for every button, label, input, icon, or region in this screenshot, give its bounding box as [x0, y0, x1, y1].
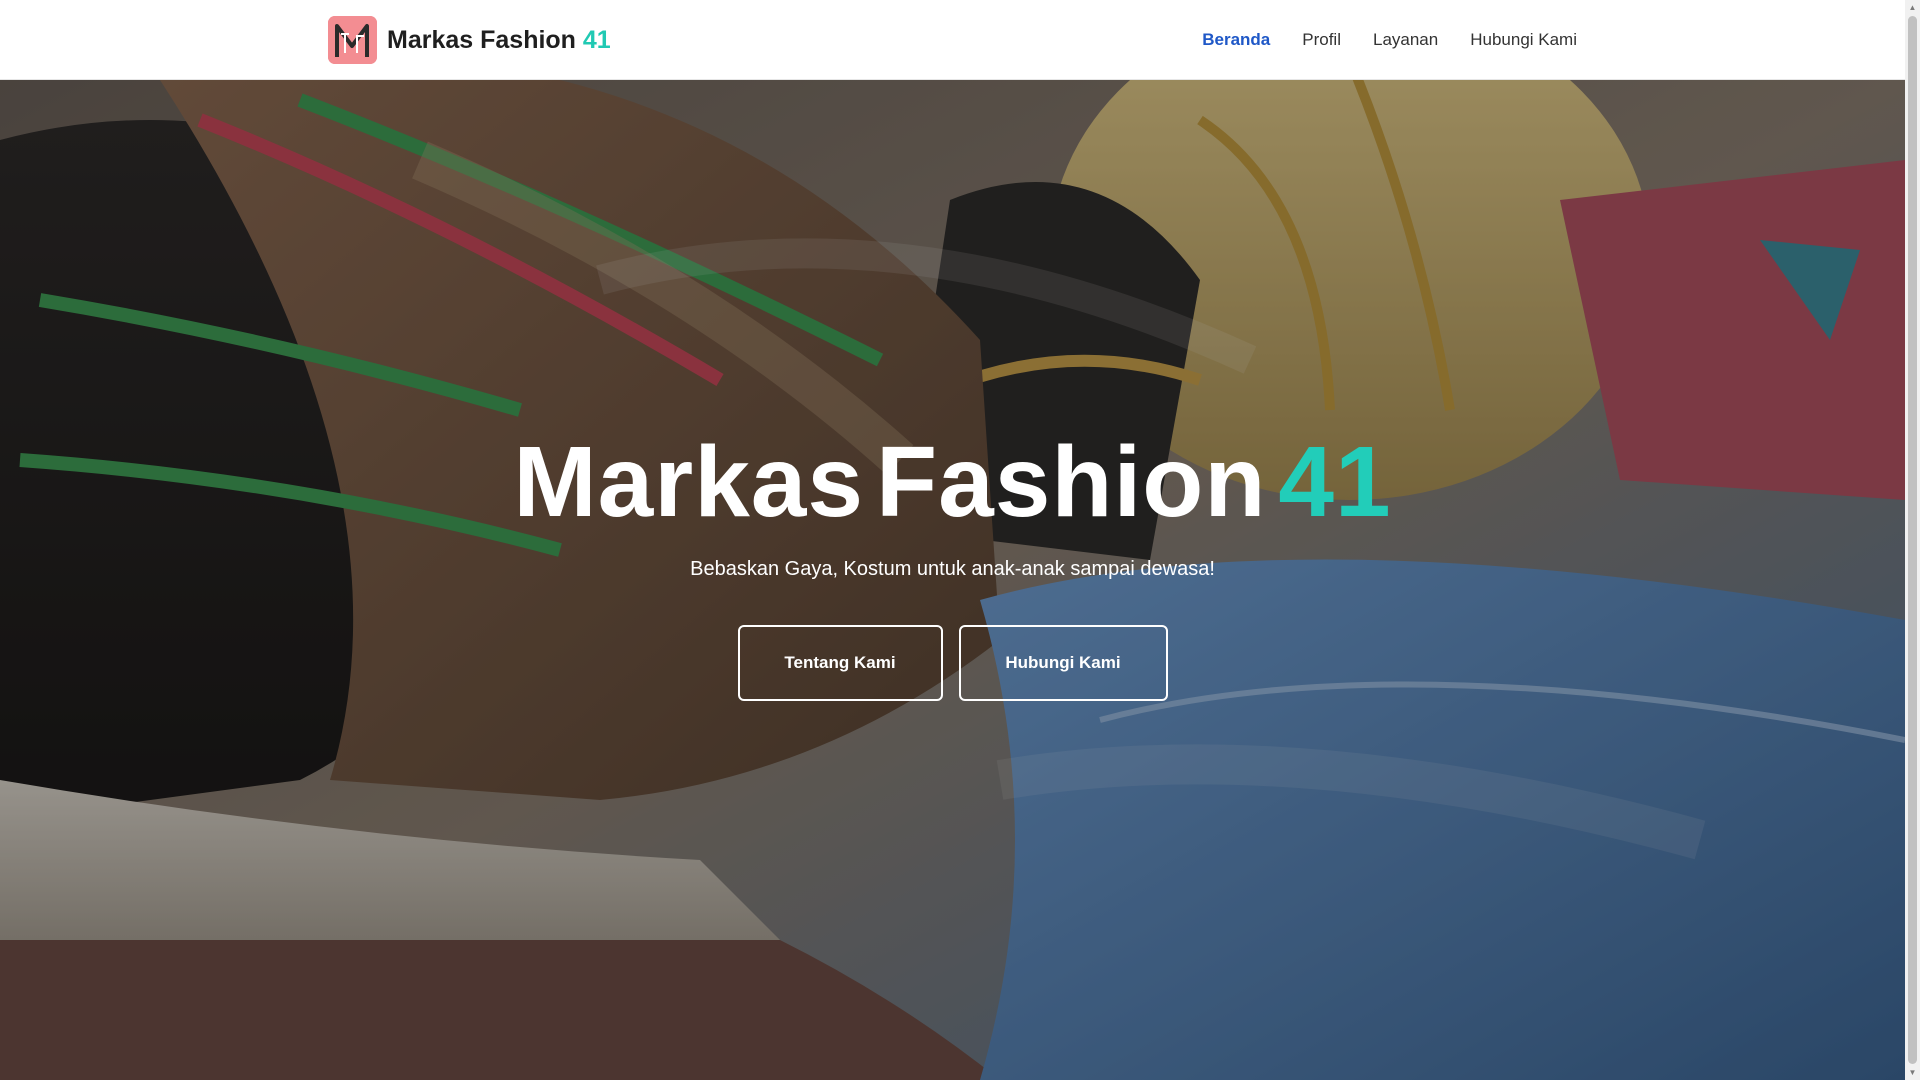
- site-header: Markas Fashion 41 Beranda Profil Layanan…: [0, 0, 1905, 80]
- hero-title-word2: Fashion: [876, 426, 1267, 538]
- hero-subtitle: Bebaskan Gaya, Kostum untuk anak-anak sa…: [690, 558, 1215, 580]
- nav-item-profil[interactable]: Profil: [1302, 30, 1341, 50]
- hubungi-kami-button[interactable]: Hubungi Kami: [958, 625, 1168, 701]
- nav-item-beranda[interactable]: Beranda: [1202, 30, 1270, 50]
- hero-title-word1: Markas: [513, 426, 865, 538]
- scroll-down-arrow-icon[interactable]: ▼: [1905, 1065, 1920, 1080]
- page-scrollbar[interactable]: ▲ ▼: [1905, 0, 1920, 1080]
- tentang-kami-button[interactable]: Tentang Kami: [737, 625, 943, 701]
- hero-section: Markas Fashion 41 Bebaskan Gaya, Kostum un…: [0, 80, 1905, 1080]
- hero-buttons: Tentang Kami Hubungi Kami: [0, 625, 1905, 701]
- main-nav: Beranda Profil Layanan Hubungi Kami: [1170, 0, 1577, 80]
- scroll-thumb[interactable]: [1908, 16, 1917, 1064]
- hero-title: Markas Fashion 41: [0, 432, 1905, 532]
- nav-item-layanan[interactable]: Layanan: [1373, 30, 1438, 50]
- mf-monogram-logo-icon: [328, 16, 377, 64]
- nav-item-hubungi-kami[interactable]: Hubungi Kami: [1470, 30, 1577, 50]
- brand-name: Markas Fashion 41: [387, 25, 611, 54]
- scroll-up-arrow-icon[interactable]: ▲: [1905, 0, 1920, 15]
- hero-title-accent: 41: [1278, 426, 1392, 538]
- brand-link[interactable]: Markas Fashion 41: [328, 16, 611, 64]
- brand-accent: 41: [582, 25, 611, 54]
